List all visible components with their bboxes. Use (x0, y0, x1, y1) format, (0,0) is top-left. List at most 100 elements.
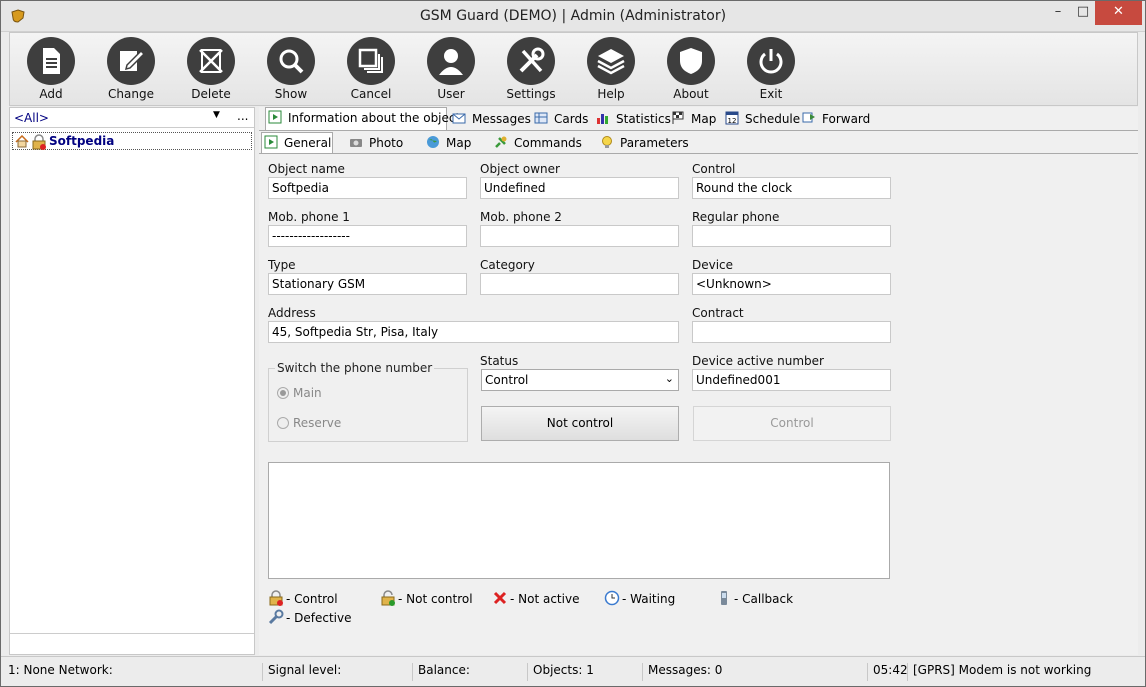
forward-icon (802, 112, 815, 123)
signal-status: Signal level: (262, 663, 346, 681)
category-field[interactable] (480, 273, 679, 295)
status-select[interactable]: Control ⌄ (481, 369, 679, 391)
type-field[interactable]: Stationary GSM (268, 273, 467, 295)
search-input[interactable] (10, 633, 254, 654)
tab-map[interactable]: Map (669, 109, 719, 129)
title-bar: GSM Guard (DEMO) | Admin (Administrator)… (1, 1, 1145, 32)
control-field[interactable]: Round the clock (692, 177, 891, 199)
user-icon (439, 49, 463, 75)
address-label: Address (268, 306, 316, 320)
unlock-icon (381, 590, 395, 606)
object-owner-label: Object owner (480, 162, 560, 176)
add-button[interactable]: Add (11, 33, 91, 107)
modem-status: [GPRS] Modem is not working (907, 663, 1096, 681)
mob-phone-2-field[interactable] (480, 225, 679, 247)
windows-icon (358, 48, 383, 73)
maximize-button[interactable]: □ (1071, 1, 1095, 25)
sub-tabs: General Photo Map Commands Parameters (259, 130, 1138, 155)
mob-phone-2-label: Mob. phone 2 (480, 210, 562, 224)
contract-field[interactable] (692, 321, 891, 343)
address-field[interactable]: 45, Softpedia Str, Pisa, Italy (268, 321, 679, 343)
edit-icon (120, 49, 146, 71)
subtab-map[interactable]: Map (424, 133, 480, 153)
shield-icon (680, 48, 702, 74)
tab-schedule[interactable]: 12 Schedule (723, 109, 800, 129)
control-button[interactable]: Control (693, 406, 891, 441)
filter-bar[interactable]: <All> ▼ ... (10, 108, 254, 128)
svg-text:12: 12 (728, 117, 737, 125)
user-button[interactable]: User (411, 33, 491, 107)
subtab-commands[interactable]: Commands (492, 133, 588, 153)
type-label: Type (268, 258, 296, 272)
balance-status: Balance: (412, 663, 475, 681)
regular-phone-field[interactable] (692, 225, 891, 247)
notes-area[interactable] (268, 462, 890, 579)
show-button[interactable]: Show (251, 33, 331, 107)
reserve-radio[interactable] (277, 417, 289, 429)
object-name-field[interactable]: Softpedia (268, 177, 467, 199)
x-icon (493, 591, 507, 605)
status-value: Control (485, 373, 529, 387)
filter-value[interactable]: <All> (14, 111, 49, 125)
flag-icon (672, 111, 684, 124)
device-label: Device (692, 258, 734, 272)
change-button[interactable]: Change (91, 33, 171, 107)
magnifier-icon (279, 49, 304, 74)
tab-forward[interactable]: Forward (800, 109, 872, 129)
reserve-radio-label: Reserve (293, 416, 342, 430)
switch-phone-label: Switch the phone number (275, 361, 435, 375)
close-button[interactable]: ✕ (1095, 1, 1142, 25)
device-active-field[interactable]: Undefined001 (692, 369, 891, 391)
network-status: 1: None Network: (8, 663, 113, 677)
about-button[interactable]: About (651, 33, 731, 107)
cancel-button[interactable]: Cancel (331, 33, 411, 107)
delete-button[interactable]: Delete (171, 33, 251, 107)
main-radio[interactable] (277, 387, 289, 399)
calendar-icon: 12 (725, 111, 739, 125)
tools-icon (519, 47, 545, 73)
category-label: Category (480, 258, 535, 272)
regular-phone-label: Regular phone (692, 210, 780, 224)
general-panel: Object name Softpedia Object owner Undef… (259, 153, 1138, 655)
time-status: 05:42 (867, 663, 913, 681)
delete-icon (199, 49, 223, 73)
help-button[interactable]: Help (571, 33, 651, 107)
info-icon (268, 110, 282, 124)
tab-messages[interactable]: Messages (450, 109, 531, 129)
subtab-parameters[interactable]: Parameters (598, 133, 694, 153)
tab-information[interactable]: Information about the object (265, 107, 460, 130)
power-icon (759, 49, 783, 74)
wrench-icon (268, 609, 284, 625)
cards-icon (534, 112, 548, 124)
objects-status: Objects: 1 (527, 663, 599, 681)
main-radio-label: Main (293, 386, 322, 400)
mob-phone-1-label: Mob. phone 1 (268, 210, 350, 224)
switch-phone-group: Switch the phone number Main Reserve (268, 361, 468, 442)
tab-cards[interactable]: Cards (532, 109, 590, 129)
exit-button[interactable]: Exit (731, 33, 811, 107)
more-button[interactable]: ... (237, 109, 248, 123)
phone-icon (721, 591, 727, 605)
subtab-general[interactable]: General (261, 132, 333, 155)
camera-icon (350, 139, 362, 147)
chevron-down-icon[interactable]: ▼ (213, 110, 220, 120)
device-active-label: Device active number (692, 354, 824, 368)
envelope-icon (452, 113, 466, 124)
device-field[interactable]: <Unknown> (692, 273, 891, 295)
not-control-button[interactable]: Not control (481, 406, 679, 441)
object-owner-field[interactable]: Undefined (480, 177, 679, 199)
clock-icon (604, 590, 620, 606)
minimize-button[interactable]: – (1045, 1, 1071, 25)
chevron-down-icon: ⌄ (664, 372, 674, 385)
mob-phone-1-field[interactable]: ------------------ (268, 225, 467, 247)
subtab-photo[interactable]: Photo (347, 133, 411, 153)
home-icon (15, 135, 29, 148)
contract-label: Contract (692, 306, 744, 320)
settings-button[interactable]: Settings (491, 33, 571, 107)
tree-item[interactable]: Softpedia (12, 132, 252, 150)
tab-statistics[interactable]: Statistics (594, 109, 671, 129)
globe-icon (427, 136, 439, 148)
lock-icon (269, 590, 283, 606)
lock-icon (32, 134, 46, 150)
toolbar: Add Change Delete Show Cancel User Setti… (9, 32, 1138, 106)
